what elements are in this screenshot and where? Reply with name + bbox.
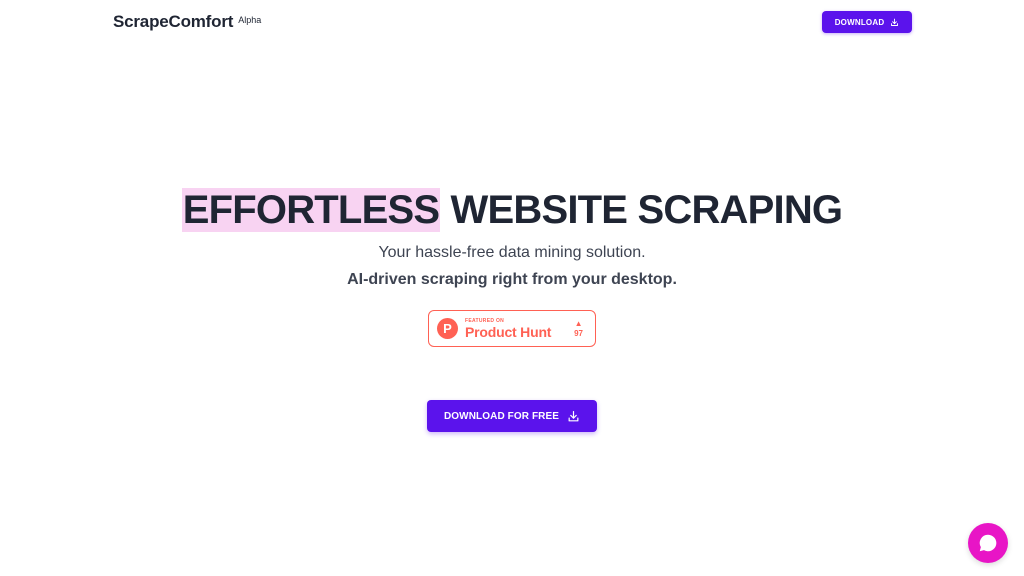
download-for-free-button[interactable]: DOWNLOAD FOR FREE [427, 400, 597, 432]
product-hunt-text: FEATURED ON Product Hunt [465, 318, 551, 340]
upvote-count: ▲ 97 [574, 319, 583, 339]
brand-logo[interactable]: ScrapeComfort Alpha [113, 12, 261, 32]
product-hunt-icon: P [437, 318, 458, 339]
headline-highlight: EFFORTLESS [181, 188, 441, 232]
cta-label: DOWNLOAD FOR FREE [443, 410, 560, 422]
alpha-badge: Alpha [238, 15, 262, 25]
headline-rest: WEBSITE SCRAPING [450, 188, 843, 232]
brand-name: ScrapeComfort [113, 12, 234, 31]
product-hunt-badge[interactable]: P FEATURED ON Product Hunt ▲ 97 [428, 310, 596, 347]
header-download-button[interactable]: DOWNLOAD [822, 11, 912, 33]
hero-section: EFFORTLESS WEBSITE SCRAPING Your hassle-… [0, 185, 1024, 290]
hero-headline: EFFORTLESS WEBSITE SCRAPING [0, 185, 1024, 235]
header-download-label: DOWNLOAD [834, 17, 885, 27]
download-icon [891, 18, 899, 26]
product-hunt-name: Product Hunt [465, 323, 552, 340]
chat-button[interactable] [968, 523, 1008, 563]
download-icon [568, 410, 579, 421]
hero-subtitle: Your hassle-free data mining solution. [378, 244, 646, 261]
hero-tagline: AI-driven scraping right from your deskt… [347, 271, 677, 288]
vote-count: 97 [574, 329, 583, 338]
chat-icon [979, 534, 997, 552]
site-header: ScrapeComfort Alpha DOWNLOAD [0, 0, 1024, 44]
upvote-arrow-icon: ▲ [574, 319, 583, 328]
